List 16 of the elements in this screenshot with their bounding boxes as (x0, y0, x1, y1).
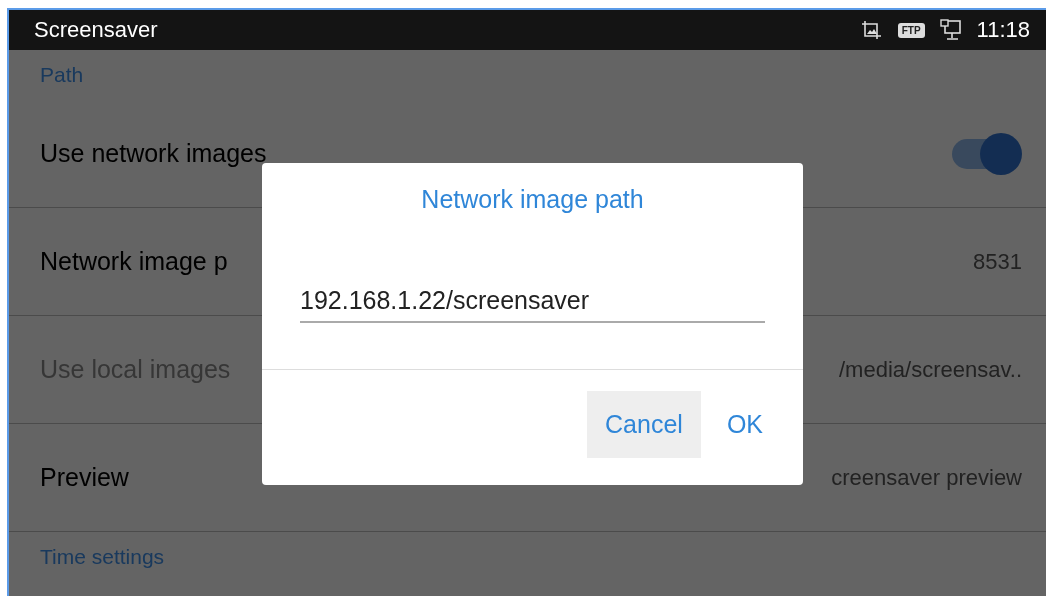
section-header: Time settings (40, 544, 166, 570)
ftp-badge: FTP (897, 22, 925, 38)
picture-icon (860, 20, 883, 40)
dialog-button[interactable]: Cancel (587, 391, 701, 458)
screen-title: Screensaver (34, 17, 158, 43)
dialog-button[interactable]: OK (708, 391, 781, 458)
setting-value: 8531 (973, 248, 1022, 275)
monitor-icon (939, 19, 962, 41)
setting-label: Preview (40, 463, 129, 492)
section-header: Path (40, 62, 85, 88)
setting-label: Use network images (40, 139, 267, 168)
input-field[interactable]: 192.168.1.22/screensaver (300, 286, 765, 323)
setting-label: Network image p (40, 247, 228, 276)
setting-value: creensaver preview (831, 464, 1022, 491)
clock-time: 11:18 (976, 17, 1030, 43)
setting-value: /media/screensav.. (839, 356, 1022, 383)
